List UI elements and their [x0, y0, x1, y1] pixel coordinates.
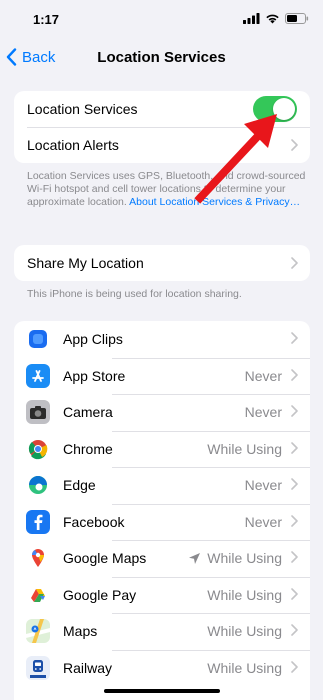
app-permission-value: While Using	[207, 577, 282, 614]
page-title: Location Services	[97, 49, 226, 66]
share-location-group: Share My Location	[14, 245, 310, 281]
google-maps-icon	[26, 546, 50, 570]
home-indicator	[104, 689, 220, 693]
app-permission-value: While Using	[188, 540, 282, 577]
app-permission-value: Never	[245, 358, 282, 395]
chevron-right-icon	[291, 404, 298, 420]
location-services-description: Location Services uses GPS, Bluetooth, a…	[27, 170, 307, 209]
status-icons	[243, 13, 309, 24]
app-row-chrome[interactable]: Chrome While Using	[14, 430, 310, 468]
camera-icon	[26, 400, 50, 424]
app-name: App Clips	[63, 331, 123, 348]
chevron-right-icon	[291, 257, 298, 269]
wifi-icon	[266, 14, 279, 24]
location-alerts-label: Location Alerts	[27, 137, 119, 153]
app-row-app-clips[interactable]: App Clips	[14, 321, 310, 358]
app-row-app-store[interactable]: App Store Never	[14, 357, 310, 395]
location-arrow-icon	[188, 552, 201, 565]
about-privacy-link[interactable]: About Location Services & Privacy…	[129, 196, 300, 208]
signal-icon	[243, 13, 260, 24]
status-time: 1:17	[33, 12, 60, 27]
chevron-right-icon	[291, 514, 298, 530]
app-permission-text: Never	[244, 513, 282, 530]
app-permission-text: While Using	[207, 623, 282, 640]
app-row-edge[interactable]: Edge Never	[14, 467, 310, 504]
location-services-toggle[interactable]	[253, 96, 297, 122]
app-row-google-maps[interactable]: Google Maps While Using	[14, 540, 310, 577]
chevron-right-icon	[291, 587, 298, 603]
apps-list: App Clips App Store Never Camera Never Chrome…	[14, 321, 310, 700]
chevron-right-icon	[291, 441, 298, 457]
share-location-footnote: This iPhone is being used for location s…	[27, 288, 242, 300]
app-permission-value: While Using	[207, 613, 282, 650]
chevron-right-icon	[291, 139, 298, 151]
chevron-right-icon	[291, 550, 298, 566]
app-permission-value: While Using	[207, 650, 282, 687]
railway-icon	[26, 655, 50, 680]
facebook-icon	[26, 509, 50, 534]
app-row-google-pay[interactable]: Google Pay While Using	[14, 576, 310, 614]
location-services-label: Location Services	[27, 101, 138, 117]
app-permission-text: While Using	[207, 659, 282, 676]
location-services-row: Location Services	[14, 91, 310, 127]
app-permission-value: Never	[245, 394, 282, 431]
location-alerts-row[interactable]: Location Alerts	[14, 127, 310, 163]
google-pay-icon	[26, 582, 50, 607]
app-permission-text: Never	[244, 404, 282, 421]
chevron-right-icon	[291, 623, 298, 639]
chevron-right-icon	[291, 660, 298, 676]
chevron-right-icon	[291, 477, 298, 493]
battery-icon	[285, 13, 309, 24]
nav-bar: Back Location Services	[0, 40, 323, 76]
share-my-location-label: Share My Location	[27, 255, 144, 271]
toggle-knob	[273, 98, 295, 120]
chrome-icon	[26, 436, 50, 461]
app-row-facebook[interactable]: Facebook Never	[14, 503, 310, 541]
app-permission-text: Never	[244, 477, 282, 494]
app-store-icon	[26, 363, 50, 388]
app-row-camera[interactable]: Camera Never	[14, 394, 310, 431]
app-permission-value: While Using	[207, 431, 282, 468]
status-bar: 1:17	[0, 0, 323, 40]
app-permission-value: Never	[245, 504, 282, 541]
app-permission-value: Never	[245, 467, 282, 504]
app-permission-text: Never	[244, 367, 282, 384]
chevron-right-icon	[291, 368, 298, 384]
app-clips-icon	[26, 327, 50, 351]
chevron-right-icon	[291, 331, 298, 347]
location-settings-group: Location Services Location Alerts	[14, 91, 310, 163]
app-row-railway[interactable]: Railway While Using	[14, 649, 310, 687]
app-permission-text: While Using	[207, 586, 282, 603]
app-permission-text: While Using	[207, 440, 282, 457]
edge-icon	[26, 473, 50, 497]
app-row-maps[interactable]: Maps While Using	[14, 613, 310, 650]
maps-icon	[26, 619, 50, 643]
share-my-location-row[interactable]: Share My Location	[14, 245, 310, 281]
app-permission-text: While Using	[207, 550, 282, 567]
